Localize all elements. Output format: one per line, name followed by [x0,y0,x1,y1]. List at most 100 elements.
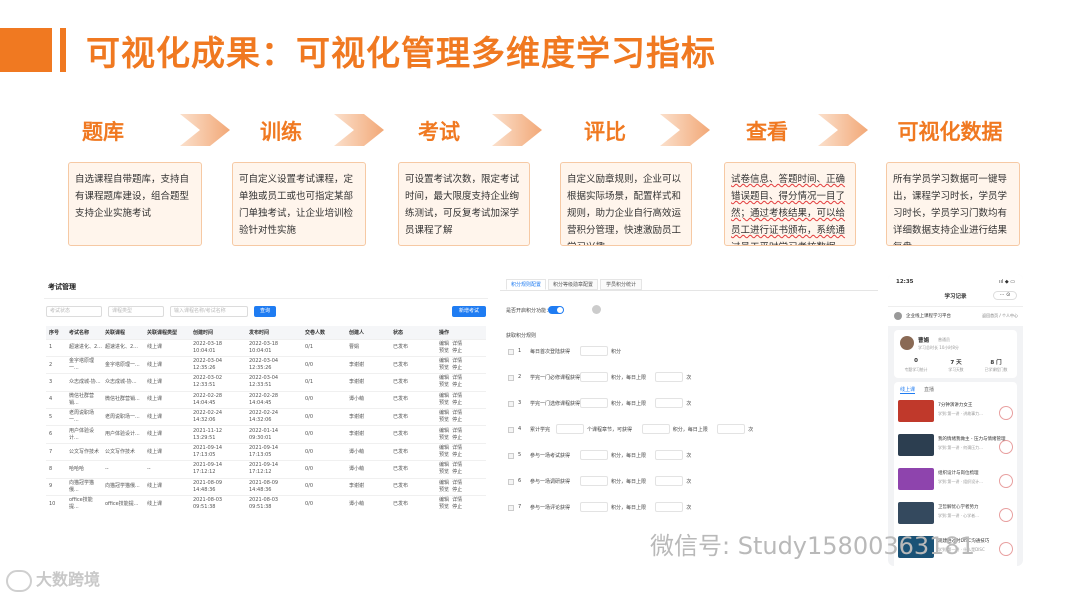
table-cell: 2021-08-03 09:51:38 [246,495,302,513]
search-input[interactable]: 输入课程名称/考试名称 [170,306,248,317]
table-row[interactable]: 6 用户体验设计... 用户体验设计... 线上课 2021-11-12 13:29:5… [46,425,486,444]
table-row[interactable]: 8 哈哈哈 -- -- 2021-09-14 17:12:12 2021-09-14 17… [46,460,486,479]
rule-number: 3 [518,400,522,406]
points-rule-row: 7 参与一场评论获得 积分，每日上限 次 [508,502,868,516]
column-header: 发布时间 [246,326,302,339]
course-thumbnail[interactable] [898,468,934,490]
table-cell: 谭小萌 [346,460,390,479]
row-actions[interactable]: 编辑 详情 预览 停止 [436,495,486,513]
table-row[interactable]: 5 老周说职场一... 老周说职场一... 线上课 2022-02-24 14:32:0… [46,408,486,426]
column-header: 状态 [390,326,436,339]
table-cell: 2021-09-14 17:13:05 [246,442,302,461]
row-actions[interactable]: 编辑 详情 预览 停止 [436,390,486,409]
row-actions[interactable]: 编辑 详情 预览 停止 [436,338,486,357]
step-desc-6: 所有学员学习数据可一键导出，课程学习时长，学员学习时长，学员学习门数均有详细数据… [886,162,1020,246]
logo-watermark: 大数跨境 [6,566,100,592]
rule-value-input[interactable] [655,476,684,486]
tab-online-course[interactable]: 线上课 [900,386,916,394]
course-title[interactable]: 组织设计与岗位梳理 [938,470,979,476]
add-exam-button[interactable]: 新增考试 [452,306,486,317]
rule-checkbox[interactable] [508,427,514,433]
table-cell: 2022-03-04 12:35:26 [190,355,246,374]
table-cell: -- [102,460,144,479]
rule-value-input[interactable] [580,476,608,486]
row-actions[interactable]: 编辑 详情 预览 停止 [436,460,486,479]
search-button[interactable]: 查询 [254,306,276,317]
table-row[interactable]: 10 office技能提... office技能提... 线上课 2021-08-03 … [46,495,486,513]
table-cell: 众志成城-协... [66,373,102,392]
table-cell: 7 [46,442,66,461]
course-thumbnail[interactable] [898,400,934,422]
row-actions[interactable]: 编辑 详情 预览 停止 [436,477,486,496]
table-row[interactable]: 3 众志成城-协... 众志成城-协... 线上课 2022-03-02 12:33:5… [46,373,486,392]
rule-value-input[interactable] [655,398,684,408]
rule-checkbox[interactable] [508,349,514,355]
rule-value-input[interactable] [717,424,746,434]
divider [500,290,878,291]
rule-checkbox[interactable] [508,375,514,381]
row-actions[interactable]: 编辑 详情 预览 停止 [436,425,486,444]
rule-checkbox[interactable] [508,479,514,485]
table-row[interactable]: 1 超速进化、2... 超速进化、2... 线上课 2022-03-18 10:04:0… [46,338,486,357]
enable-points-toggle[interactable] [548,306,564,314]
exam-status-select[interactable]: 考试状态 [46,306,102,317]
table-row[interactable]: 2 金字塔原理一... 金字塔原理一... 线上课 2022-03-04 12:35:2… [46,355,486,374]
table-cell: 0/0 [302,390,346,409]
rule-value-input[interactable] [580,502,608,512]
help-icon[interactable] [592,305,601,314]
table-cell: 2021-09-14 17:13:05 [190,442,246,461]
rule-value-input[interactable] [556,424,584,434]
row-actions[interactable]: 编辑 详情 预览 停止 [436,408,486,426]
course-title[interactable]: 卫哲解忧心学者势力 [938,504,979,510]
course-type-select[interactable]: 课程类型 [108,306,164,317]
table-cell: 0/0 [302,460,346,479]
tab-badge-levels[interactable]: 积分等级勋章配置 [548,279,598,290]
table-cell: 8 [46,460,66,479]
table-cell: 2022-01-14 09:30:01 [246,425,302,444]
rule-value-input[interactable] [655,372,684,382]
course-thumbnail[interactable] [898,502,934,524]
rule-checkbox[interactable] [508,505,514,511]
status-badge: 已发布 [390,338,436,357]
miniapp-capsule[interactable]: ··· ⊙ [993,291,1017,300]
status-badge: 已发布 [390,390,436,409]
rule-text: 学完一门必修课程获得 [530,375,581,381]
rule-value-input[interactable] [655,502,684,512]
stat-label: 专题学习统计 [904,367,928,372]
tab-live[interactable]: 直播 [924,386,934,393]
table-row[interactable]: 4 微信社群营销... 微信社群营销... 线上课 2022-02-28 14:04:4… [46,390,486,409]
table-cell: 2021-08-09 14:48:36 [246,477,302,496]
course-title[interactable]: 我的情绪我做主 - 压力与情绪管理 [938,436,1005,442]
table-row[interactable]: 9 向猫冠学猫俄... 向猫冠学猫俄... 线上课 2021-08-09 14:48:3… [46,477,486,496]
rule-checkbox[interactable] [508,453,514,459]
table-cell: 老周说职场一... [66,408,102,426]
row-actions[interactable]: 编辑 详情 预览 停止 [436,373,486,392]
row-actions[interactable]: 编辑 详情 预览 停止 [436,355,486,374]
step-title-6: 可视化数据 [897,120,1003,144]
table-cell: 10 [46,495,66,513]
table-cell: 2022-03-02 12:33:51 [190,373,246,392]
rule-value-input[interactable] [580,372,608,382]
rule-value-input[interactable] [641,424,670,434]
tab-points-rules[interactable]: 积分规则配置 [506,279,546,290]
rules-label: 获取积分规则 [506,333,537,339]
course-title[interactable]: 7分钟演讲力女王 [938,402,972,408]
rule-suffix: 积分，每日上限 [611,453,647,459]
rule-value-input[interactable] [580,398,608,408]
row-actions[interactable]: 编辑 详情 预览 停止 [436,442,486,461]
course-thumbnail[interactable] [898,434,934,456]
tab-points-stats[interactable]: 学员积分统计 [600,279,642,290]
table-row[interactable]: 7 公文写作技术 公文写作技术 线上课 2021-09-14 17:13:05 2021-… [46,442,486,461]
rule-value-input[interactable] [580,450,608,460]
table-cell: 2022-02-24 14:32:06 [190,408,246,426]
rule-value-input[interactable] [655,450,684,460]
step-title-4: 评比 [584,120,626,144]
rule-checkbox[interactable] [508,401,514,407]
table-cell: 3 [46,373,66,392]
table-cell: 1 [46,338,66,357]
table-cell: 线上课 [144,477,190,496]
org-links[interactable]: 返回首页 / 个人中心 [982,313,1018,319]
org-bar: 企业线上课程学习平台 返回首页 / 个人中心 [888,306,1023,326]
step-title-5: 查看 [746,120,788,144]
rule-value-input[interactable] [580,346,608,356]
